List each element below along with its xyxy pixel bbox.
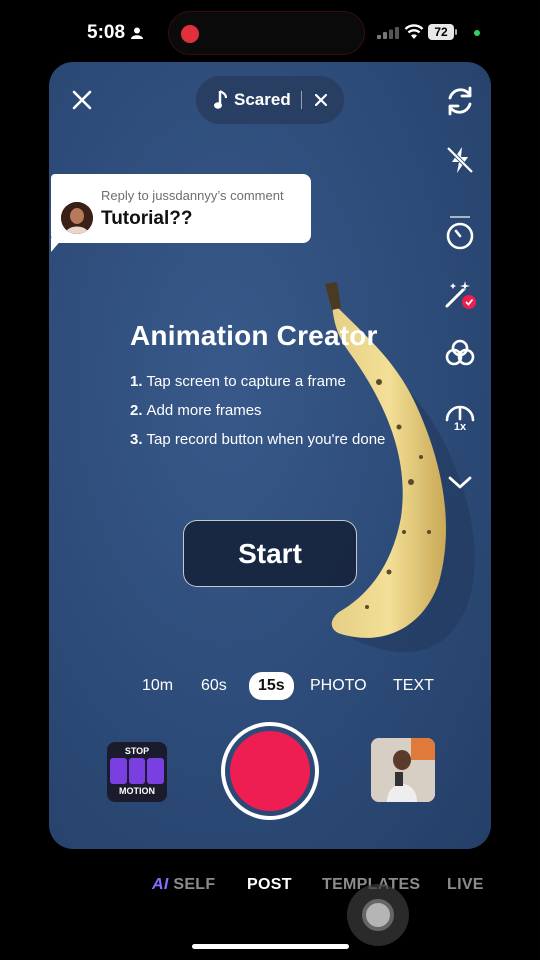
mode-photo[interactable]: PHOTO <box>310 677 367 695</box>
signal-icon <box>377 27 399 39</box>
speed-icon[interactable]: 1x <box>441 392 479 440</box>
flip-camera-icon[interactable] <box>441 82 479 120</box>
effect-thumbnail-stop-motion[interactable]: STOP MOTION <box>107 742 167 802</box>
speed-label: 1x <box>453 420 467 433</box>
sound-selector[interactable]: Scared <box>196 76 344 124</box>
close-icon[interactable] <box>71 89 93 111</box>
start-button[interactable]: Start <box>183 520 357 587</box>
list-item: 1. Tap screen to capture a frame <box>130 373 346 390</box>
reply-comment-sticker[interactable]: Reply to jussdannyy’s comment Tutorial?? <box>51 174 311 243</box>
status-bar: 5:08 72 <box>0 0 540 62</box>
nav-post[interactable]: POST <box>247 876 292 894</box>
chevron-down-icon[interactable] <box>441 464 479 502</box>
wifi-icon <box>404 24 424 39</box>
list-item: 3. Tap record button when you're done <box>130 431 386 448</box>
mode-60s[interactable]: 60s <box>201 677 227 695</box>
status-time: 5:08 <box>87 22 126 43</box>
home-indicator[interactable] <box>192 944 349 949</box>
mode-text[interactable]: TEXT <box>393 677 434 695</box>
mode-15s[interactable]: 15s <box>249 672 294 700</box>
reply-meta: Reply to jussdannyy’s comment <box>101 188 284 203</box>
assistive-touch-button[interactable] <box>347 884 409 946</box>
flash-off-icon[interactable] <box>441 141 479 179</box>
camera-in-use-dot <box>474 30 480 36</box>
camera-viewfinder[interactable]: Scared 1x Reply to jussdannyy’s comment … <box>49 62 491 849</box>
timer-icon[interactable] <box>441 216 479 254</box>
battery-indicator: 72 <box>428 24 454 40</box>
dynamic-island <box>168 11 365 55</box>
effects-wand-icon[interactable] <box>441 275 479 313</box>
avatar <box>61 202 93 234</box>
nav-ai-self[interactable]: AI SELF <box>152 876 215 894</box>
nav-live[interactable]: LIVE <box>447 876 484 894</box>
list-item: 2. Add more frames <box>130 402 262 419</box>
remove-sound-icon[interactable] <box>314 93 328 107</box>
filters-icon[interactable] <box>441 334 479 372</box>
recording-indicator-icon <box>181 25 199 43</box>
gallery-upload-thumbnail[interactable] <box>371 738 435 802</box>
bottom-mode-nav: AI SELF POST TEMPLATES LIVE <box>0 870 540 904</box>
page-title: Animation Creator <box>130 320 378 351</box>
mode-10m[interactable]: 10m <box>142 677 173 695</box>
duration-mode-selector: 10m 60s 15s PHOTO TEXT <box>49 672 491 702</box>
music-note-icon <box>214 90 228 109</box>
reply-text: Tutorial?? <box>101 208 193 229</box>
record-button[interactable] <box>221 722 319 820</box>
instruction-list: 1. Tap screen to capture a frame 2. Add mo… <box>130 373 385 460</box>
person-icon <box>131 27 143 39</box>
sound-name: Scared <box>234 90 291 109</box>
